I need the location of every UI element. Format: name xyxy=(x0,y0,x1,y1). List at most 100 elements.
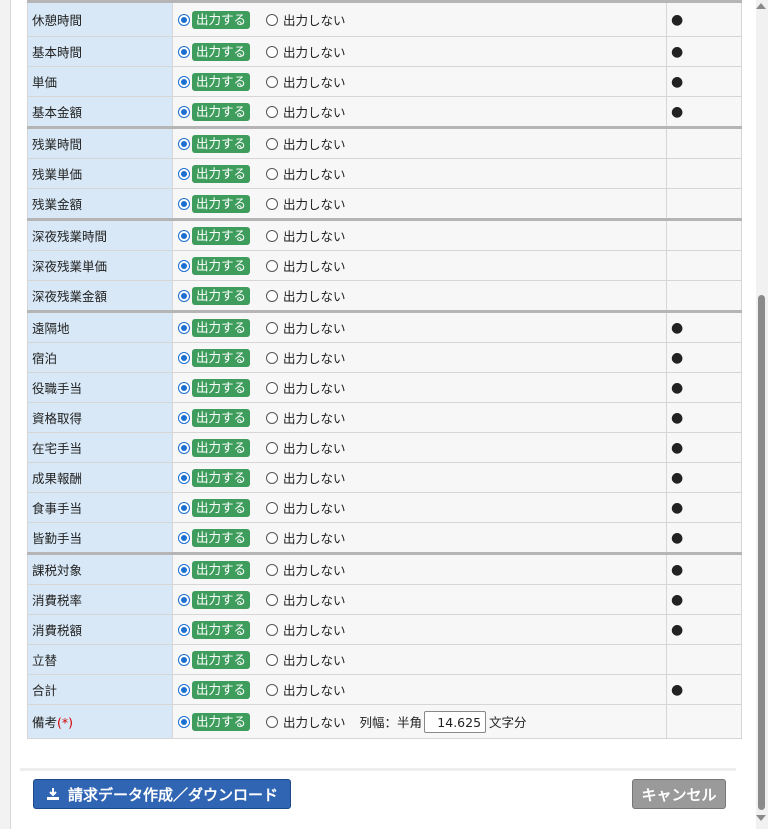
output-off-radio[interactable] xyxy=(266,623,279,636)
scrollbar-thumb[interactable] xyxy=(758,295,765,810)
output-off-radio[interactable] xyxy=(266,381,279,394)
output-off-radio[interactable] xyxy=(266,13,279,26)
output-on-radio[interactable] xyxy=(178,411,190,424)
output-off-radio[interactable] xyxy=(266,441,279,454)
output-on-radio[interactable] xyxy=(178,441,190,454)
output-off-radio[interactable] xyxy=(266,653,279,666)
output-on-label[interactable]: 出力する xyxy=(192,164,251,183)
output-on-radio[interactable] xyxy=(178,531,190,544)
output-off-radio[interactable] xyxy=(266,289,279,302)
output-on-radio[interactable] xyxy=(178,167,190,180)
output-on-label[interactable]: 出力する xyxy=(192,712,251,731)
output-off-label[interactable]: 出力しない xyxy=(283,471,346,486)
output-off-radio[interactable] xyxy=(266,167,279,180)
output-on-label[interactable]: 出力する xyxy=(192,226,251,245)
output-on-label[interactable]: 出力する xyxy=(192,348,251,367)
download-button[interactable]: 請求データ作成／ダウンロード xyxy=(33,779,291,809)
output-off-label[interactable]: 出力しない xyxy=(283,137,346,152)
column-width-input[interactable]: 14.625 xyxy=(424,710,487,733)
output-on-radio[interactable] xyxy=(178,75,190,88)
output-off-label[interactable]: 出力しない xyxy=(283,563,346,578)
output-on-radio[interactable] xyxy=(178,563,190,576)
output-on-radio[interactable] xyxy=(178,715,190,728)
output-off-label[interactable]: 出力しない xyxy=(283,45,346,60)
output-off-label[interactable]: 出力しない xyxy=(283,75,346,90)
output-on-radio[interactable] xyxy=(178,471,190,484)
output-on-label[interactable]: 出力する xyxy=(192,438,251,457)
output-on-radio[interactable] xyxy=(178,289,190,302)
output-off-radio[interactable] xyxy=(266,75,279,88)
output-off-radio[interactable] xyxy=(266,501,279,514)
output-on-label[interactable]: 出力する xyxy=(192,318,251,337)
output-on-radio[interactable] xyxy=(178,105,190,118)
output-on-radio[interactable] xyxy=(178,683,190,696)
output-off-radio[interactable] xyxy=(266,563,279,576)
output-on-label[interactable]: 出力する xyxy=(192,650,251,669)
output-off-radio[interactable] xyxy=(266,137,279,150)
output-off-radio[interactable] xyxy=(266,351,279,364)
output-off-radio[interactable] xyxy=(266,105,279,118)
output-on-radio[interactable] xyxy=(178,13,190,26)
output-off-label[interactable]: 出力しない xyxy=(283,229,346,244)
output-on-label[interactable]: 出力する xyxy=(192,528,251,547)
output-off-label[interactable]: 出力しない xyxy=(283,411,346,426)
output-off-radio[interactable] xyxy=(266,45,279,58)
output-off-radio[interactable] xyxy=(266,683,279,696)
output-off-radio[interactable] xyxy=(266,715,279,728)
output-on-label[interactable]: 出力する xyxy=(192,680,251,699)
output-off-label[interactable]: 出力しない xyxy=(283,167,346,182)
output-on-label[interactable]: 出力する xyxy=(192,286,251,305)
output-on-label[interactable]: 出力する xyxy=(192,72,251,91)
output-on-radio[interactable] xyxy=(178,501,190,514)
output-on-label[interactable]: 出力する xyxy=(192,498,251,517)
output-off-label[interactable]: 出力しない xyxy=(283,105,346,120)
output-on-label[interactable]: 出力する xyxy=(192,408,251,427)
output-on-radio[interactable] xyxy=(178,229,190,242)
output-off-label[interactable]: 出力しない xyxy=(283,683,346,698)
output-off-label[interactable]: 出力しない xyxy=(283,259,346,274)
output-off-radio[interactable] xyxy=(266,259,279,272)
output-off-radio[interactable] xyxy=(266,471,279,484)
output-on-radio[interactable] xyxy=(178,45,190,58)
output-on-radio[interactable] xyxy=(178,381,190,394)
output-off-radio[interactable] xyxy=(266,593,279,606)
output-off-label[interactable]: 出力しない xyxy=(283,715,346,730)
output-on-radio[interactable] xyxy=(178,137,190,150)
output-off-radio[interactable] xyxy=(266,229,279,242)
output-off-label[interactable]: 出力しない xyxy=(283,289,346,304)
scroll-down-icon[interactable] xyxy=(756,815,766,821)
output-off-label[interactable]: 出力しない xyxy=(283,13,346,28)
output-on-radio[interactable] xyxy=(178,593,190,606)
output-off-label[interactable]: 出力しない xyxy=(283,501,346,516)
output-off-radio[interactable] xyxy=(266,411,279,424)
output-on-radio[interactable] xyxy=(178,197,190,210)
output-off-label[interactable]: 出力しない xyxy=(283,441,346,456)
cancel-button[interactable]: キャンセル xyxy=(632,779,726,809)
output-on-radio[interactable] xyxy=(178,653,190,666)
output-on-label[interactable]: 出力する xyxy=(192,102,251,121)
output-on-label[interactable]: 出力する xyxy=(192,134,251,153)
output-off-label[interactable]: 出力しない xyxy=(283,321,346,336)
output-on-label[interactable]: 出力する xyxy=(192,560,251,579)
output-off-label[interactable]: 出力しない xyxy=(283,197,346,212)
output-on-label[interactable]: 出力する xyxy=(192,42,251,61)
output-off-radio[interactable] xyxy=(266,321,279,334)
output-on-radio[interactable] xyxy=(178,351,190,364)
output-on-label[interactable]: 出力する xyxy=(192,194,251,213)
output-off-label[interactable]: 出力しない xyxy=(283,381,346,396)
output-off-radio[interactable] xyxy=(266,531,279,544)
output-on-radio[interactable] xyxy=(178,259,190,272)
output-off-label[interactable]: 出力しない xyxy=(283,593,346,608)
output-on-radio[interactable] xyxy=(178,321,190,334)
output-on-label[interactable]: 出力する xyxy=(192,468,251,487)
output-on-label[interactable]: 出力する xyxy=(192,10,251,29)
output-on-label[interactable]: 出力する xyxy=(192,590,251,609)
scroll-up-icon[interactable] xyxy=(756,3,766,9)
output-on-label[interactable]: 出力する xyxy=(192,256,251,275)
output-off-label[interactable]: 出力しない xyxy=(283,623,346,638)
output-off-radio[interactable] xyxy=(266,197,279,210)
output-off-label[interactable]: 出力しない xyxy=(283,653,346,668)
output-off-label[interactable]: 出力しない xyxy=(283,531,346,546)
output-on-label[interactable]: 出力する xyxy=(192,620,251,639)
output-off-label[interactable]: 出力しない xyxy=(283,351,346,366)
